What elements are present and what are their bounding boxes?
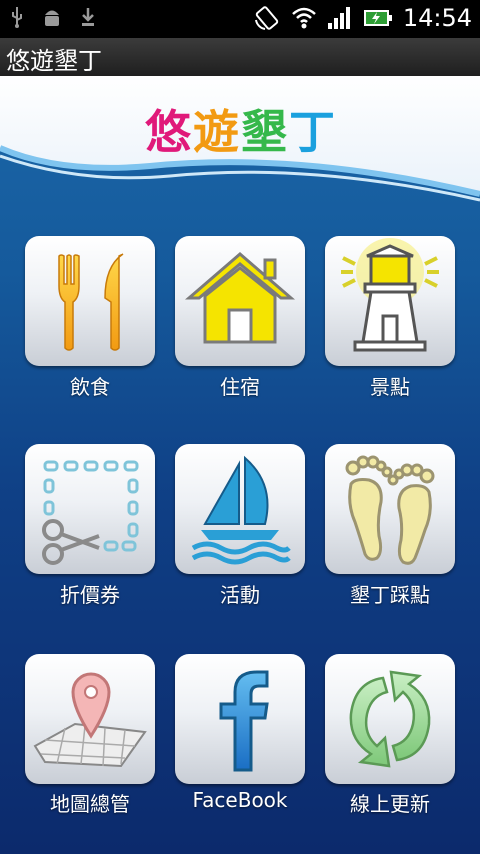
sailboat-icon	[191, 455, 291, 565]
menu-tile-dining[interactable]	[25, 236, 155, 366]
menu-label-facebook[interactable]: FaceBook	[165, 788, 315, 812]
menu-tile-events[interactable]	[175, 444, 305, 574]
status-bar: 14:54	[0, 0, 480, 38]
logo-char-1: 悠	[145, 105, 191, 159]
menu-label-lodging[interactable]: 住宿	[165, 371, 315, 400]
menu-tile-lodging[interactable]	[175, 236, 305, 366]
menu-label-map[interactable]: 地圖總管	[15, 788, 165, 817]
menu-tile-facebook[interactable]	[175, 654, 305, 784]
download-icon	[82, 8, 94, 26]
menu-label-coupons[interactable]: 折價券	[15, 579, 165, 608]
wifi-icon	[291, 7, 316, 29]
main-menu-area: 悠 遊 墾 丁 飲食 住宿 景點 折價券 活動 墾丁踩點 地圖總管 FaceBo…	[0, 76, 480, 854]
lighthouse-icon	[341, 238, 439, 352]
clock: 14:54	[402, 4, 472, 32]
app-logo: 悠 遊 墾 丁	[145, 96, 345, 159]
app-title: 悠遊墾丁	[6, 47, 102, 75]
logo-char-3: 墾	[241, 105, 287, 159]
signal-icon	[327, 7, 350, 29]
menu-tile-update[interactable]	[325, 654, 455, 784]
battery-icon	[363, 10, 392, 26]
map-pin-icon	[33, 672, 147, 768]
menu-tile-attractions[interactable]	[325, 236, 455, 366]
menu-label-update[interactable]: 線上更新	[315, 788, 465, 817]
refresh-icon	[349, 670, 431, 768]
app-title-bar: 悠遊墾丁	[0, 38, 480, 77]
menu-label-attractions[interactable]: 景點	[315, 371, 465, 400]
footprints-icon	[345, 455, 435, 565]
rotate-icon	[254, 6, 279, 30]
menu-tile-map[interactable]	[25, 654, 155, 784]
facebook-icon	[219, 670, 269, 772]
logo-char-2: 遊	[193, 105, 239, 159]
menu-label-events[interactable]: 活動	[165, 579, 315, 608]
menu-label-checkin[interactable]: 墾丁踩點	[315, 579, 465, 608]
logo-char-4: 丁	[289, 105, 335, 159]
fork-knife-icon	[58, 253, 124, 351]
menu-tile-checkin[interactable]	[325, 444, 455, 574]
house-icon	[184, 252, 296, 344]
coupon-scissors-icon	[42, 460, 139, 565]
android-debug-icon	[45, 10, 59, 26]
usb-icon	[12, 7, 22, 28]
menu-tile-coupons[interactable]	[25, 444, 155, 574]
menu-label-dining[interactable]: 飲食	[15, 371, 165, 400]
